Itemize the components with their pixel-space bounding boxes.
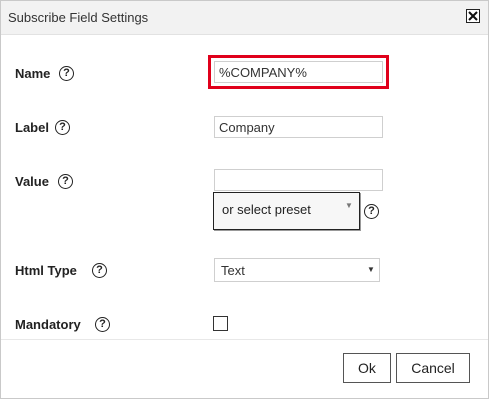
html-type-select[interactable]: Text ▼ — [214, 258, 380, 282]
cancel-button[interactable]: Cancel — [396, 353, 470, 383]
preset-help-icon[interactable]: ? — [364, 204, 379, 219]
html-type-help-icon[interactable]: ? — [92, 263, 107, 278]
preset-dropdown[interactable]: or select preset ▼ — [213, 192, 360, 230]
mandatory-label: Mandatory — [15, 317, 81, 332]
html-type-label: Html Type — [15, 263, 77, 278]
ok-button[interactable]: Ok — [343, 353, 391, 383]
name-label: Name — [15, 66, 51, 81]
label-label: Label — [15, 120, 49, 135]
preset-dropdown-label: or select preset — [222, 202, 311, 217]
html-type-selected-value: Text — [221, 263, 245, 278]
label-input[interactable] — [214, 116, 383, 138]
mandatory-help-icon[interactable]: ? — [95, 317, 110, 332]
close-button[interactable] — [466, 9, 480, 23]
mandatory-checkbox[interactable] — [213, 316, 228, 331]
subscribe-field-settings-dialog: Subscribe Field Settings Name ? Label ? … — [0, 0, 489, 399]
value-input[interactable] — [214, 169, 383, 191]
value-help-icon[interactable]: ? — [58, 174, 73, 189]
chevron-down-icon: ▼ — [367, 265, 375, 274]
footer-divider — [1, 339, 488, 340]
label-help-icon[interactable]: ? — [55, 120, 70, 135]
dialog-titlebar: Subscribe Field Settings — [1, 1, 488, 35]
name-help-icon[interactable]: ? — [59, 66, 74, 81]
value-label: Value — [15, 174, 49, 189]
dialog-title: Subscribe Field Settings — [8, 10, 149, 25]
name-input[interactable] — [214, 61, 383, 83]
preset-caret-icon: ▼ — [345, 201, 353, 210]
close-x-icon — [468, 11, 478, 21]
